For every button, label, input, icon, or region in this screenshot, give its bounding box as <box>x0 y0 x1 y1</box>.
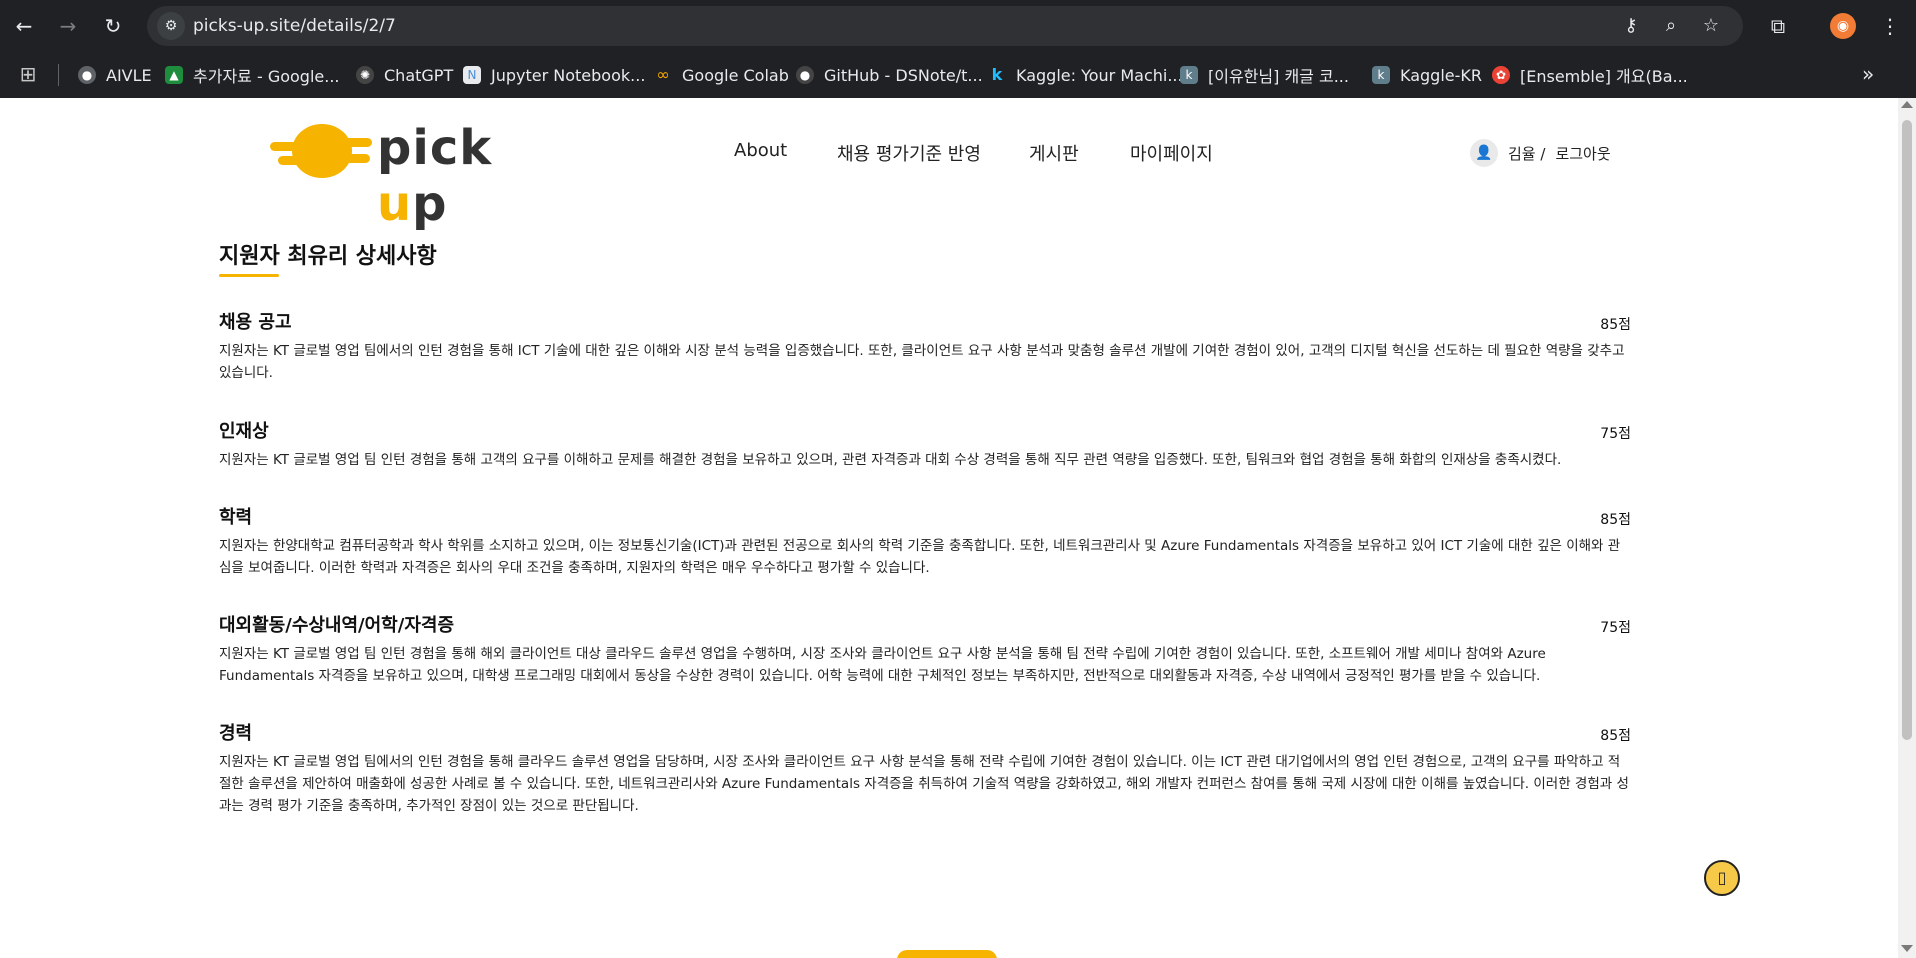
colab-icon: ∞ <box>656 65 670 84</box>
profile-avatar-icon[interactable]: ◉ <box>1830 13 1856 39</box>
section-title: 경력 <box>219 723 253 744</box>
section-title: 학력 <box>219 507 253 528</box>
section-title: 인재상 <box>219 421 269 442</box>
bookmark-google-drive[interactable]: ▲ 추가자료 - Google... <box>165 61 340 89</box>
section-body: 지원자는 한양대학교 컴퓨터공학과 학사 학위를 소지하고 있으며, 이는 정보… <box>219 538 1621 576</box>
kaggle-icon: k <box>991 65 1003 84</box>
logo-text-u: u <box>377 176 413 232</box>
scroll-down-arrow-icon[interactable] <box>1901 945 1913 952</box>
jupyter-notebook-icon: N <box>463 66 481 84</box>
bookmark-label: GitHub - DSNote/t... <box>824 65 983 85</box>
ensemble-icon: ✿ <box>1492 66 1510 84</box>
document-floating-button[interactable]: ▯ <box>1704 860 1740 896</box>
section-career: 경력 85점 지원자는 KT 글로벌 영업 팀에서의 인턴 경험을 통해 클라우… <box>219 719 1631 817</box>
bookmark-github[interactable]: ● GitHub - DSNote/t... <box>796 61 983 89</box>
logo-mark-icon <box>270 124 372 178</box>
site-settings-icon[interactable]: ⚙ <box>157 12 185 40</box>
bookmarks-bar: ⊞ ● AIVLE ▲ 추가자료 - Google... ✺ ChatGPT N… <box>0 52 1916 98</box>
section-body: 지원자는 KT 글로벌 영업 팀에서의 인턴 경험을 통해 ICT 기술에 대한… <box>219 343 1625 381</box>
extensions-icon[interactable]: ⧉ <box>1764 12 1792 40</box>
bookmark-colab[interactable]: ∞ Google Colab <box>654 61 789 89</box>
bookmark-ensemble[interactable]: ✿ [Ensemble] 개요(Ba... <box>1492 61 1688 89</box>
google-drive-icon: ▲ <box>165 66 183 84</box>
bookmark-kaggle-kr[interactable]: k Kaggle-KR <box>1372 61 1482 89</box>
bookmark-kaggle-korean[interactable]: k [이유한님] 캐글 코... <box>1180 61 1349 89</box>
bottom-button-partial[interactable] <box>897 950 997 958</box>
zoom-icon[interactable]: ⌕ <box>1659 14 1683 38</box>
browser-toolbar: ← → ↻ ⚙ picks-up.site/details/2/7 ⚷ ⌕ ☆ … <box>0 0 1916 52</box>
logo-text: pick up <box>377 120 540 232</box>
logout-link[interactable]: 로그아웃 <box>1555 143 1610 164</box>
bookmark-label: Kaggle-KR <box>1400 65 1482 85</box>
section-score: 75점 <box>1600 426 1631 442</box>
chatgpt-icon: ✺ <box>356 66 374 84</box>
apps-grid-icon[interactable]: ⊞ <box>16 62 40 86</box>
section-job-posting: 채용 공고 85점 지원자는 KT 글로벌 영업 팀에서의 인턴 경험을 통해 … <box>219 308 1631 384</box>
reload-icon[interactable]: ↻ <box>99 12 127 40</box>
globe-icon: ● <box>78 66 96 84</box>
bookmark-label: [Ensemble] 개요(Ba... <box>1520 67 1688 86</box>
section-score: 85점 <box>1600 512 1631 528</box>
github-icon: ● <box>796 66 814 84</box>
more-bookmarks-icon[interactable]: » <box>1862 62 1874 86</box>
bookmark-label: Google Colab <box>682 65 789 85</box>
bookmark-label: [이유한님] 캐글 코... <box>1208 67 1349 86</box>
url-text[interactable]: picks-up.site/details/2/7 <box>193 16 396 36</box>
nav-hiring-criteria[interactable]: 채용 평가기준 반영 <box>837 140 981 166</box>
section-talent: 인재상 75점 지원자는 KT 글로벌 영업 팀 인턴 경험을 통해 고객의 요… <box>219 417 1631 471</box>
section-activities: 대외활동/수상내역/어학/자격증 75점 지원자는 KT 글로벌 영업 팀 인턴… <box>219 611 1631 687</box>
title-underline <box>219 274 279 277</box>
site-logo[interactable]: pick up <box>270 118 540 232</box>
user-icon[interactable]: 👤 <box>1470 139 1498 167</box>
nav-mypage[interactable]: 마이페이지 <box>1130 140 1213 166</box>
section-body: 지원자는 KT 글로벌 영업 팀 인턴 경험을 통해 해외 클라이언트 대상 클… <box>219 646 1546 684</box>
browser-menu-icon[interactable]: ⋮ <box>1876 12 1904 40</box>
bookmark-label: ChatGPT <box>384 65 454 85</box>
forward-arrow-icon[interactable]: → <box>54 12 82 40</box>
page-content: pick up About 채용 평가기준 반영 게시판 마이페이지 👤 김율 … <box>0 98 1898 958</box>
section-title: 채용 공고 <box>219 312 292 333</box>
section-score: 85점 <box>1600 728 1631 744</box>
scrollbar-thumb[interactable] <box>1902 120 1912 740</box>
address-bar[interactable]: ⚙ picks-up.site/details/2/7 ⚷ ⌕ ☆ <box>147 6 1743 46</box>
nav-about[interactable]: About <box>734 140 787 161</box>
bookmark-chatgpt[interactable]: ✺ ChatGPT <box>356 61 453 89</box>
back-arrow-icon[interactable]: ← <box>10 12 38 40</box>
section-education: 학력 85점 지원자는 한양대학교 컴퓨터공학과 학사 학위를 소지하고 있으며… <box>219 503 1631 579</box>
scroll-up-arrow-icon[interactable] <box>1901 101 1913 108</box>
kaggle-k-icon: k <box>1372 66 1390 84</box>
bookmark-label: Jupyter Notebook... <box>491 65 646 85</box>
bookmark-kaggle[interactable]: k Kaggle: Your Machi... <box>988 61 1183 89</box>
section-score: 85점 <box>1600 317 1631 333</box>
key-icon[interactable]: ⚷ <box>1619 14 1643 38</box>
section-title: 대외활동/수상내역/어학/자격증 <box>219 615 455 636</box>
kaggle-k-icon: k <box>1180 66 1198 84</box>
bookmark-star-icon[interactable]: ☆ <box>1699 14 1723 38</box>
nav-board[interactable]: 게시판 <box>1029 140 1079 166</box>
page-title: 지원자 최유리 상세사항 <box>219 244 437 269</box>
bookmark-jupyter[interactable]: N Jupyter Notebook... <box>463 61 645 89</box>
bookmark-label: AIVLE <box>106 65 152 85</box>
bookmark-label: Kaggle: Your Machi... <box>1016 65 1183 85</box>
bookmark-aivle[interactable]: ● AIVLE <box>78 61 152 89</box>
document-icon: ▯ <box>1717 868 1727 887</box>
section-body: 지원자는 KT 글로벌 영업 팀에서의 인턴 경험을 통해 클라우드 솔루션 영… <box>219 754 1629 814</box>
user-area: 👤 김율 / 로그아웃 <box>1470 137 1611 169</box>
section-score: 75점 <box>1600 620 1631 636</box>
bookmark-label: 추가자료 - Google... <box>193 67 340 86</box>
section-body: 지원자는 KT 글로벌 영업 팀 인턴 경험을 통해 고객의 요구를 이해하고 … <box>219 452 1562 468</box>
logo-text-p: p <box>412 176 448 232</box>
user-name: 김율 / <box>1508 144 1546 163</box>
logo-text-pick: pick <box>377 120 493 176</box>
bookmark-separator <box>58 64 59 86</box>
